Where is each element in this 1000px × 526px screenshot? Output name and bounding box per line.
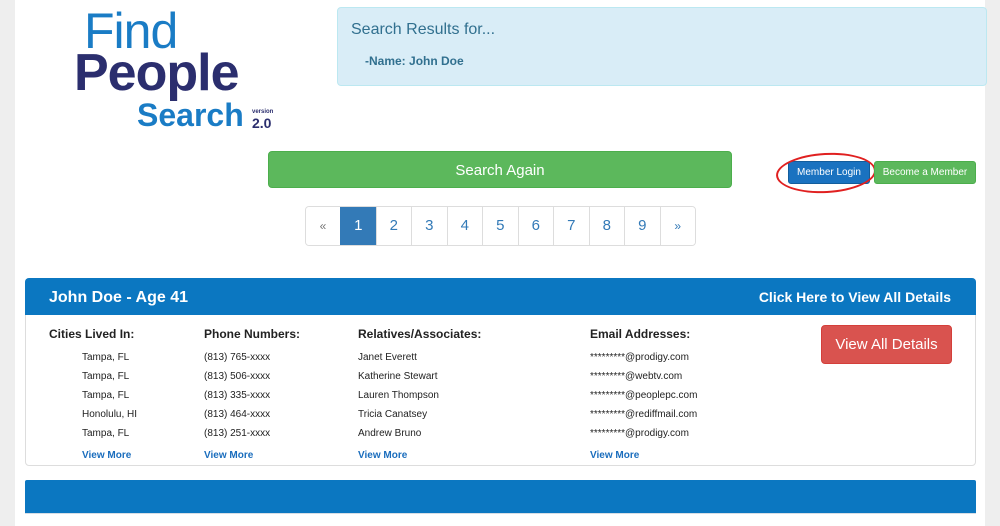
email-item: *********@prodigy.com bbox=[590, 352, 689, 363]
phone-item: (813) 335-xxxx bbox=[204, 390, 271, 401]
relative-item: Janet Everett bbox=[358, 352, 417, 363]
email-item: *********@rediffmail.com bbox=[590, 409, 698, 420]
relatives-header: Relatives/Associates: bbox=[358, 327, 482, 341]
phone-item: (813) 251-xxxx bbox=[204, 428, 271, 439]
pagination-page-4[interactable]: 4 bbox=[446, 207, 482, 245]
email-item: *********@webtv.com bbox=[590, 371, 683, 382]
relative-item: Andrew Bruno bbox=[358, 428, 422, 439]
city-item: Tampa, FL bbox=[82, 428, 130, 439]
member-login-button[interactable]: Member Login bbox=[788, 161, 870, 184]
pagination-prev[interactable]: « bbox=[306, 207, 340, 245]
relative-item: Katherine Stewart bbox=[358, 371, 438, 382]
relatives-view-more-link[interactable]: View More bbox=[358, 446, 481, 465]
become-member-button[interactable]: Become a Member bbox=[874, 161, 976, 184]
search-results-summary: Search Results for... -Name: John Doe bbox=[337, 7, 987, 86]
search-again-button[interactable]: Search Again bbox=[268, 151, 732, 188]
email-item: *********@prodigy.com bbox=[590, 428, 689, 439]
city-item: Honolulu, HI bbox=[82, 409, 138, 420]
next-result-card-header[interactable] bbox=[25, 480, 976, 514]
phones-header: Phone Numbers: bbox=[204, 327, 301, 341]
result-name-age[interactable]: John Doe - Age 41 bbox=[49, 289, 188, 307]
relatives-column: Relatives/Associates: Janet Everett Kath… bbox=[358, 327, 481, 465]
city-item: Tampa, FL bbox=[82, 371, 130, 382]
logo-search: Search bbox=[137, 97, 244, 133]
pagination-next[interactable]: » bbox=[659, 207, 695, 245]
pagination-page-3[interactable]: 3 bbox=[411, 207, 447, 245]
result-card-header[interactable]: John Doe - Age 41 Click Here to View All… bbox=[25, 278, 976, 315]
pagination-page-7[interactable]: 7 bbox=[553, 207, 589, 245]
site-logo[interactable]: Find People Search version 2.0 bbox=[72, 6, 282, 132]
pagination-page-2[interactable]: 2 bbox=[375, 207, 411, 245]
pagination-page-9[interactable]: 9 bbox=[624, 207, 660, 245]
phone-item: (813) 765-xxxx bbox=[204, 352, 271, 363]
cities-header: Cities Lived In: bbox=[49, 327, 135, 341]
relative-item: Lauren Thompson bbox=[358, 390, 439, 401]
criteria-label: -Name: bbox=[365, 54, 410, 68]
cities-column: Cities Lived In: Tampa, FL Tampa, FL Tam… bbox=[49, 327, 137, 465]
city-item: Tampa, FL bbox=[82, 390, 130, 401]
logo-version-number: 2.0 bbox=[252, 115, 272, 131]
phone-item: (813) 506-xxxx bbox=[204, 371, 271, 382]
result-card: John Doe - Age 41 Click Here to View All… bbox=[25, 278, 976, 466]
next-result-card-border bbox=[25, 513, 976, 514]
phones-view-more-link[interactable]: View More bbox=[204, 446, 300, 465]
phone-item: (813) 464-xxxx bbox=[204, 409, 271, 420]
search-results-title: Search Results for... bbox=[351, 21, 496, 38]
pagination: « 1 2 3 4 5 6 7 8 9 » bbox=[305, 206, 696, 246]
view-all-details-link[interactable]: Click Here to View All Details bbox=[759, 289, 951, 305]
emails-view-more-link[interactable]: View More bbox=[590, 446, 697, 465]
pagination-page-8[interactable]: 8 bbox=[588, 207, 624, 245]
phones-column: Phone Numbers: (813) 765-xxxx (813) 506-… bbox=[204, 327, 300, 465]
view-all-details-button[interactable]: View All Details bbox=[821, 325, 952, 364]
pagination-page-1[interactable]: 1 bbox=[340, 207, 376, 245]
pagination-page-6[interactable]: 6 bbox=[517, 207, 553, 245]
relative-item: Tricia Canatsey bbox=[358, 409, 428, 420]
city-item: Tampa, FL bbox=[82, 352, 130, 363]
pagination-page-5[interactable]: 5 bbox=[482, 207, 518, 245]
emails-column: Email Addresses: *********@prodigy.com *… bbox=[590, 327, 697, 465]
criteria-value: John Doe bbox=[409, 54, 464, 68]
search-criteria: -Name: John Doe bbox=[365, 54, 464, 68]
emails-header: Email Addresses: bbox=[590, 327, 691, 341]
email-item: *********@peoplepc.com bbox=[590, 390, 698, 401]
cities-view-more-link[interactable]: View More bbox=[49, 446, 137, 465]
logo-people: People bbox=[74, 44, 239, 102]
